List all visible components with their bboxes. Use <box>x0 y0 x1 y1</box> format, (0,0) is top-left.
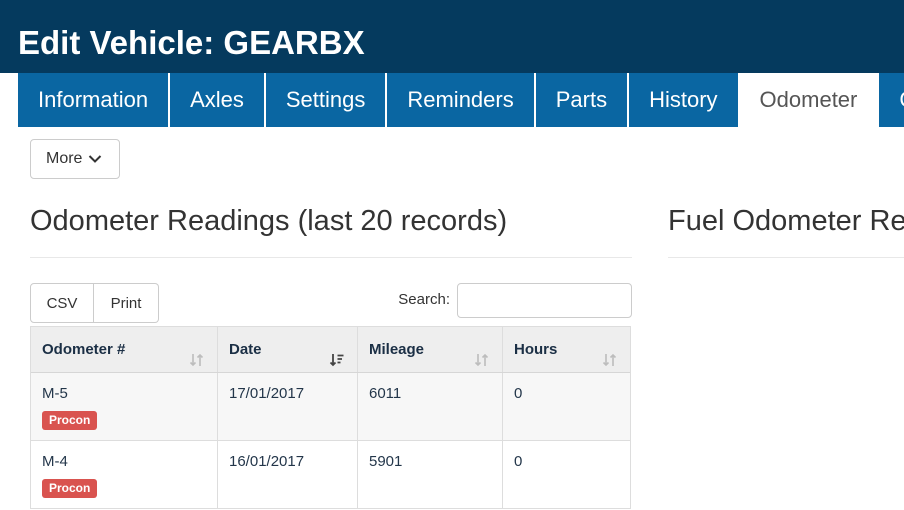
cell-mileage: 6011 <box>358 373 503 440</box>
tab-axles[interactable]: Axles <box>170 73 264 127</box>
reading-mileage: 6011 <box>369 385 402 402</box>
status-badge: Procon <box>42 411 98 430</box>
table-row[interactable]: M-5 Procon 17/01/2017 6011 0 <box>31 373 630 441</box>
tab-label: Reminders <box>407 87 514 112</box>
column-header-label: Hours <box>514 341 558 358</box>
cell-date: 17/01/2017 <box>218 373 358 440</box>
reading-hours: 0 <box>514 453 523 470</box>
app-window: Edit Vehicle: GEARBX Information Axles S… <box>0 0 904 510</box>
tab-label: Axles <box>190 87 244 112</box>
tab-odometer[interactable]: Odometer <box>739 73 878 127</box>
more-dropdown-button[interactable]: More <box>30 139 120 179</box>
tab-information[interactable]: Information <box>18 73 169 127</box>
chevron-down-icon <box>88 154 102 164</box>
column-header-label: Mileage <box>369 341 425 358</box>
tab-label: Information <box>38 87 149 112</box>
column-header-label: Odometer # <box>42 341 126 358</box>
page-header: Edit Vehicle: GEARBX <box>0 0 904 73</box>
print-button[interactable]: Print <box>94 283 159 323</box>
cell-odometer: M-4 Procon <box>31 441 218 508</box>
table-header-row: Odometer # Date Mileage Hours <box>31 327 630 373</box>
more-button-label: More <box>46 150 83 167</box>
search-label: Search: <box>398 291 450 308</box>
tab-parts[interactable]: Parts <box>535 73 628 127</box>
tab-label: Settings <box>285 87 366 112</box>
reading-date: 17/01/2017 <box>229 385 305 402</box>
sort-desc-icon <box>329 341 345 367</box>
search-input[interactable] <box>457 283 632 318</box>
fuel-odometer-heading: Fuel Odometer Re <box>668 205 904 237</box>
column-header-hours[interactable]: Hours <box>503 327 630 372</box>
reading-date: 16/01/2017 <box>229 453 305 470</box>
sort-both-icon <box>474 341 490 367</box>
sort-both-icon <box>602 341 618 367</box>
tab-label: Parts <box>555 87 608 112</box>
reading-mileage: 5901 <box>369 453 403 470</box>
tab-reminders[interactable]: Reminders <box>387 73 534 127</box>
cell-hours: 0 <box>503 441 630 508</box>
cell-odometer: M-5 Procon <box>31 373 218 440</box>
tab-overflow[interactable]: C <box>879 73 904 127</box>
heading-divider <box>668 257 904 258</box>
column-header-label: Date <box>229 341 262 358</box>
reading-hours: 0 <box>514 385 523 402</box>
odometer-readings-heading: Odometer Readings (last 20 records) <box>30 205 508 237</box>
column-header-date[interactable]: Date <box>218 327 358 372</box>
cell-hours: 0 <box>503 373 630 440</box>
tab-bar: Information Axles Settings Reminders Par… <box>18 73 904 127</box>
odometer-table: Odometer # Date Mileage Hours M-5 Procon… <box>30 326 631 509</box>
tab-label: History <box>649 87 718 112</box>
status-badge: Procon <box>42 479 98 498</box>
sort-both-icon <box>189 341 205 367</box>
page-title: Edit Vehicle: GEARBX <box>18 24 365 61</box>
column-header-mileage[interactable]: Mileage <box>358 327 503 372</box>
tab-history[interactable]: History <box>629 73 738 127</box>
cell-mileage: 5901 <box>358 441 503 508</box>
heading-divider <box>30 257 632 258</box>
export-button-group: CSV Print <box>30 283 159 323</box>
csv-export-button[interactable]: CSV <box>30 283 94 323</box>
tab-label: C <box>899 87 904 112</box>
table-row[interactable]: M-4 Procon 16/01/2017 5901 0 <box>31 441 630 508</box>
column-header-odometer[interactable]: Odometer # <box>31 327 218 372</box>
cell-date: 16/01/2017 <box>218 441 358 508</box>
tab-label: Odometer <box>759 87 858 112</box>
odometer-number: M-5 <box>42 385 68 402</box>
tab-settings[interactable]: Settings <box>265 73 386 127</box>
odometer-number: M-4 <box>42 453 68 470</box>
